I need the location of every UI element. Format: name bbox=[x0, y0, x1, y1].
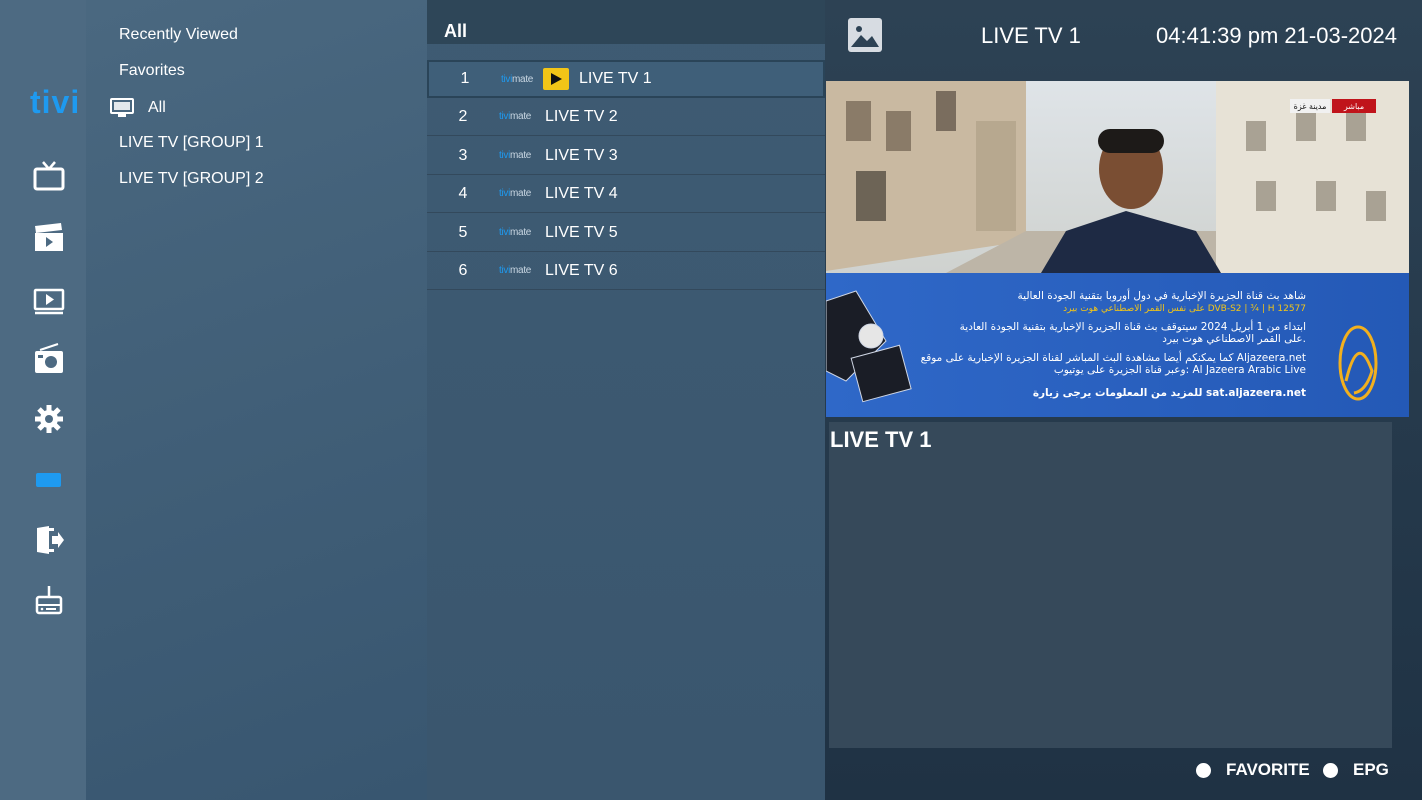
epg-button[interactable]: EPG bbox=[1323, 760, 1389, 780]
banner-line: ابتداء من 1 أبريل 2024 سيتوقف بث قناة ال… bbox=[960, 319, 1306, 333]
category-favorites[interactable]: Favorites bbox=[119, 62, 185, 80]
channel-list-header: All bbox=[427, 0, 825, 44]
epg-info-panel bbox=[829, 422, 1392, 748]
banner-line: وعبر قناة الجزيرة على يوتيوب: Al Jazeera… bbox=[1054, 364, 1306, 376]
tivimate-logo: tivimate bbox=[499, 111, 532, 122]
channel-name: LIVE TV 4 bbox=[545, 184, 618, 202]
channel-name: LIVE TV 2 bbox=[545, 107, 618, 125]
card-icon[interactable] bbox=[32, 462, 66, 496]
channel-number: 5 bbox=[458, 223, 468, 241]
movies-icon[interactable] bbox=[32, 221, 66, 255]
nav-rail: tivi bbox=[0, 0, 86, 800]
favorite-button[interactable]: FAVORITE bbox=[1196, 760, 1310, 780]
epg-dot-icon bbox=[1323, 762, 1338, 778]
tivimate-logo: tivimate bbox=[501, 73, 534, 85]
channel-list: All 1 tivimate LIVE TV 1 2 tivimate LIVE… bbox=[427, 0, 825, 800]
channel-number: 6 bbox=[458, 261, 468, 279]
channel-row[interactable]: 1 tivimate LIVE TV 1 bbox=[427, 60, 825, 98]
channel-row[interactable]: 6 tivimate LIVE TV 6 bbox=[427, 252, 825, 290]
clock: 04:41:39 pm 21-03-2024 bbox=[1156, 23, 1397, 48]
banner-line: شاهد بث قناة الجزيرة الإخبارية في دول أو… bbox=[1018, 288, 1306, 302]
channel-number: 2 bbox=[458, 107, 468, 125]
banner-line: على القمر الاصطناعي هوت بيرد. bbox=[1162, 333, 1306, 345]
channel-number: 4 bbox=[458, 184, 468, 202]
channel-list-title: All bbox=[444, 21, 468, 41]
tivi-logo: tivi bbox=[30, 84, 81, 120]
series-icon[interactable] bbox=[32, 283, 66, 317]
tivimate-logo: tivimate bbox=[499, 188, 532, 199]
channel-name: LIVE TV 6 bbox=[545, 261, 618, 279]
monitor-icon bbox=[110, 98, 134, 117]
channel-row[interactable]: 4 tivimate LIVE TV 4 bbox=[427, 175, 825, 213]
router-icon[interactable] bbox=[32, 583, 66, 617]
tivimate-logo: tivimate bbox=[499, 265, 532, 276]
channel-row[interactable]: 3 tivimate LIVE TV 3 bbox=[427, 137, 825, 175]
info-channel-title: LIVE TV 1 bbox=[830, 427, 932, 452]
current-channel-title: LIVE TV 1 bbox=[981, 23, 1081, 48]
tv-icon[interactable] bbox=[32, 160, 66, 194]
category-group-2[interactable]: LIVE TV [GROUP] 2 bbox=[119, 170, 264, 188]
banner-line: على نفس القمر الاصطناعي هوت بيرد DVB-S2 … bbox=[1063, 304, 1306, 314]
play-icon bbox=[543, 68, 569, 90]
radio-icon[interactable] bbox=[32, 342, 66, 376]
video-preview[interactable]: مدينة غزة مباشر شاهد بث قناة الجزيرة الإ… bbox=[826, 81, 1409, 417]
channel-name: LIVE TV 5 bbox=[545, 223, 618, 241]
favorite-dot-icon bbox=[1196, 762, 1211, 778]
channel-name: LIVE TV 3 bbox=[545, 146, 618, 164]
location-badge: مدينة غزة bbox=[1294, 102, 1327, 111]
channel-number: 1 bbox=[460, 70, 470, 87]
tivimate-logo: tivimate bbox=[499, 150, 532, 161]
banner-line: كما يمكنكم أيضا مشاهدة البث المباشر لقنا… bbox=[921, 350, 1306, 364]
live-badge: مباشر bbox=[1343, 102, 1364, 111]
channel-name: LIVE TV 1 bbox=[579, 70, 652, 87]
channel-row[interactable]: 2 tivimate LIVE TV 2 bbox=[427, 98, 825, 136]
settings-icon[interactable] bbox=[32, 402, 66, 436]
category-recently-viewed[interactable]: Recently Viewed bbox=[119, 26, 238, 44]
category-all[interactable]: All bbox=[110, 98, 166, 118]
video-frame: مدينة غزة مباشر شاهد بث قناة الجزيرة الإ… bbox=[826, 81, 1409, 417]
image-icon bbox=[847, 17, 883, 53]
channel-row[interactable]: 5 tivimate LIVE TV 5 bbox=[427, 214, 825, 252]
category-panel: Recently Viewed Favorites All LIVE TV [G… bbox=[86, 0, 427, 800]
tivimate-logo: tivimate bbox=[499, 227, 532, 238]
banner-line: للمزيد من المعلومات يرجى زيارة sat.aljaz… bbox=[1033, 387, 1306, 399]
exit-icon[interactable] bbox=[32, 523, 66, 557]
category-group-1[interactable]: LIVE TV [GROUP] 1 bbox=[119, 134, 264, 152]
channel-number: 3 bbox=[458, 146, 468, 164]
